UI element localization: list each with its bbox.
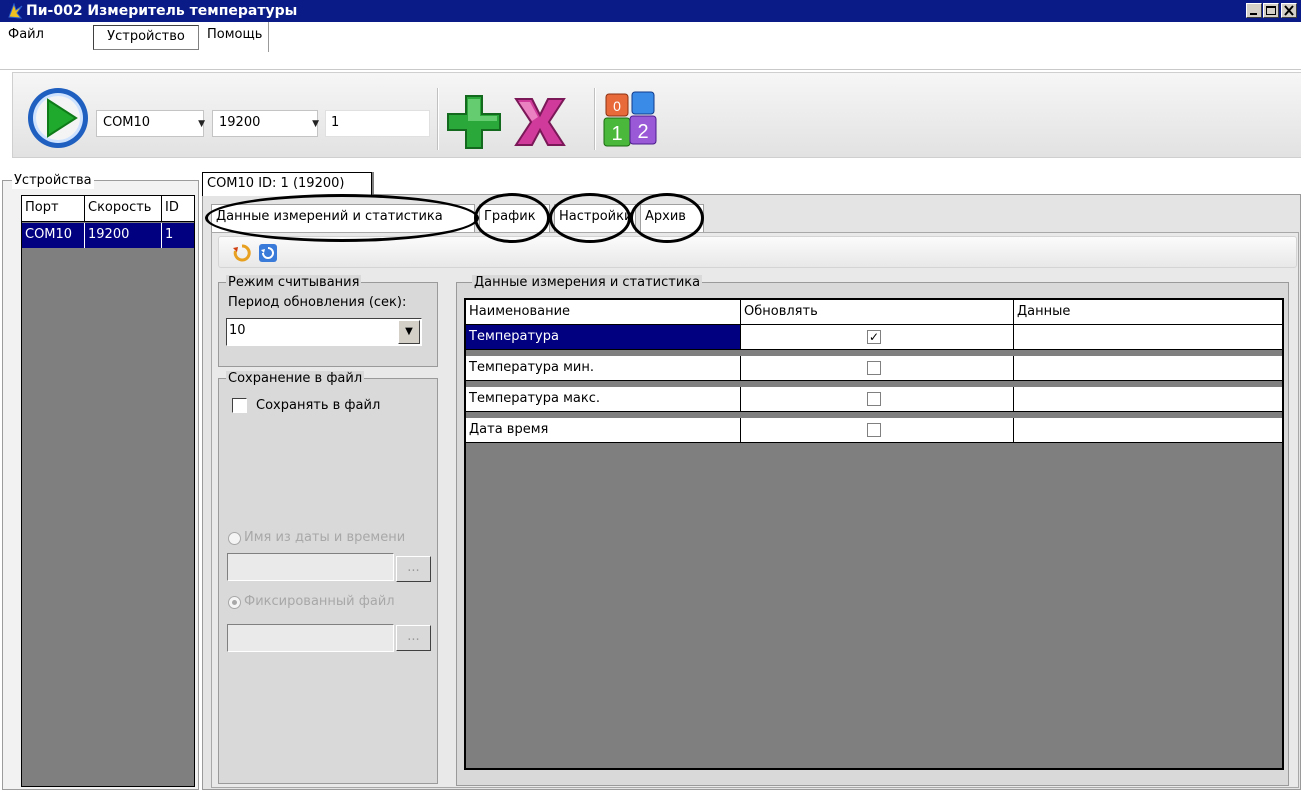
save-to-file-legend: Сохранение в файл [226, 371, 365, 386]
port-select[interactable]: COM10 ▼ [96, 110, 205, 137]
period-select[interactable]: 10 ▼ [226, 318, 422, 346]
measurement-data-legend: Данные измерения и статистика [472, 275, 703, 290]
measurement-table[interactable]: Наименование Обновлять Данные Температур… [464, 298, 1284, 770]
devices-table[interactable]: Порт Скорость ID COM10 19200 1 [21, 195, 195, 787]
speed-value: 19200 [219, 115, 261, 130]
browse-button[interactable]: ... [396, 556, 431, 582]
device-row-id[interactable]: 1 [162, 223, 194, 248]
table-row[interactable]: Температура макс. [466, 387, 1282, 412]
update-checkbox[interactable] [867, 361, 881, 375]
tab-device-com10[interactable]: COM10 ID: 1 (19200) [202, 172, 372, 196]
period-label: Период обновления (сек): [228, 295, 407, 310]
refresh-orange-icon[interactable] [232, 243, 252, 263]
datetime-path-input[interactable] [227, 553, 394, 581]
tab-graph[interactable]: График [479, 204, 550, 232]
row-data [1014, 387, 1282, 411]
maximize-button[interactable] [1263, 3, 1279, 18]
maximize-icon [1266, 6, 1276, 15]
chevron-down-icon: ▼ [198, 119, 205, 129]
device-row-speed[interactable]: 19200 [85, 223, 162, 248]
tab-archive[interactable]: Архив [640, 204, 704, 232]
play-icon[interactable] [26, 86, 90, 150]
row-name[interactable]: Дата время [466, 418, 741, 442]
radio-name-from-datetime-label[interactable]: Имя из даты и времени [244, 530, 405, 545]
save-to-file-label[interactable]: Сохранять в файл [256, 397, 380, 415]
update-checkbox[interactable]: ✓ [867, 330, 881, 344]
panel-toolbar [218, 236, 1297, 268]
svg-text:0: 0 [613, 98, 621, 114]
column-header-update[interactable]: Обновлять [741, 300, 1014, 324]
row-name[interactable]: Температура [466, 325, 741, 349]
devices-legend: Устройства [12, 173, 94, 189]
row-data [1014, 356, 1282, 380]
tab-data-statistics[interactable]: Данные измерений и статистика [211, 204, 475, 232]
port-value: COM10 [103, 115, 151, 130]
update-checkbox[interactable] [867, 392, 881, 406]
table-row[interactable]: Дата время [466, 418, 1282, 443]
close-button[interactable] [1281, 3, 1297, 18]
delete-x-icon[interactable] [510, 93, 570, 151]
toolbar-separator [594, 88, 596, 150]
fixed-path-input[interactable] [227, 624, 394, 652]
table-row[interactable]: Температура мин. [466, 356, 1282, 381]
row-name[interactable]: Температура макс. [466, 387, 741, 411]
row-data [1014, 418, 1282, 442]
menu-file[interactable]: Файл [2, 22, 50, 50]
row-data [1014, 325, 1282, 349]
column-header-port[interactable]: Порт [22, 196, 85, 222]
row-update-cell[interactable] [741, 356, 1014, 380]
chevron-down-icon[interactable]: ▼ [398, 320, 420, 344]
column-header-id[interactable]: ID [162, 196, 194, 222]
column-header-name[interactable]: Наименование [466, 300, 741, 324]
table-row[interactable]: Температура ✓ [466, 325, 1282, 350]
read-mode-legend: Режим считывания [226, 275, 362, 290]
svg-text:2: 2 [637, 121, 648, 143]
toolbar-separator [437, 88, 439, 150]
minimize-button[interactable] [1246, 3, 1262, 18]
radio-fixed-file[interactable] [228, 596, 241, 609]
menu-help[interactable]: Помощь [201, 22, 270, 52]
table-header-row: Наименование Обновлять Данные [466, 300, 1282, 325]
menu-device[interactable]: Устройство [93, 25, 199, 50]
numbered-cubes-icon[interactable]: 0 1 2 [598, 88, 664, 154]
chevron-down-icon: ▼ [312, 119, 319, 129]
update-checkbox[interactable] [867, 423, 881, 437]
tab-settings[interactable]: Настройки [554, 204, 636, 232]
speed-select[interactable]: 19200 ▼ [212, 110, 319, 137]
browse-button[interactable]: ... [396, 625, 431, 651]
window-title: Пи-002 Измеритель температуры [26, 3, 298, 19]
period-value: 10 [229, 323, 246, 338]
refresh-blue-icon[interactable] [258, 243, 278, 263]
close-icon [1284, 5, 1294, 16]
radio-name-from-datetime[interactable] [228, 532, 241, 545]
svg-text:1: 1 [611, 123, 622, 145]
device-row-port[interactable]: COM10 [22, 223, 85, 248]
add-plus-icon[interactable] [444, 92, 504, 152]
minimize-icon [1250, 13, 1257, 15]
column-header-data[interactable]: Данные [1014, 300, 1282, 324]
device-id-value: 1 [331, 115, 340, 130]
row-update-cell[interactable]: ✓ [741, 325, 1014, 349]
column-header-speed[interactable]: Скорость [85, 196, 162, 222]
save-to-file-checkbox[interactable] [232, 398, 247, 413]
radio-fixed-file-label[interactable]: Фиксированный файл [244, 594, 395, 609]
row-name[interactable]: Температура мин. [466, 356, 741, 380]
row-update-cell[interactable] [741, 387, 1014, 411]
row-update-cell[interactable] [741, 418, 1014, 442]
app-icon [8, 2, 23, 19]
device-id-input[interactable]: 1 [325, 110, 430, 137]
